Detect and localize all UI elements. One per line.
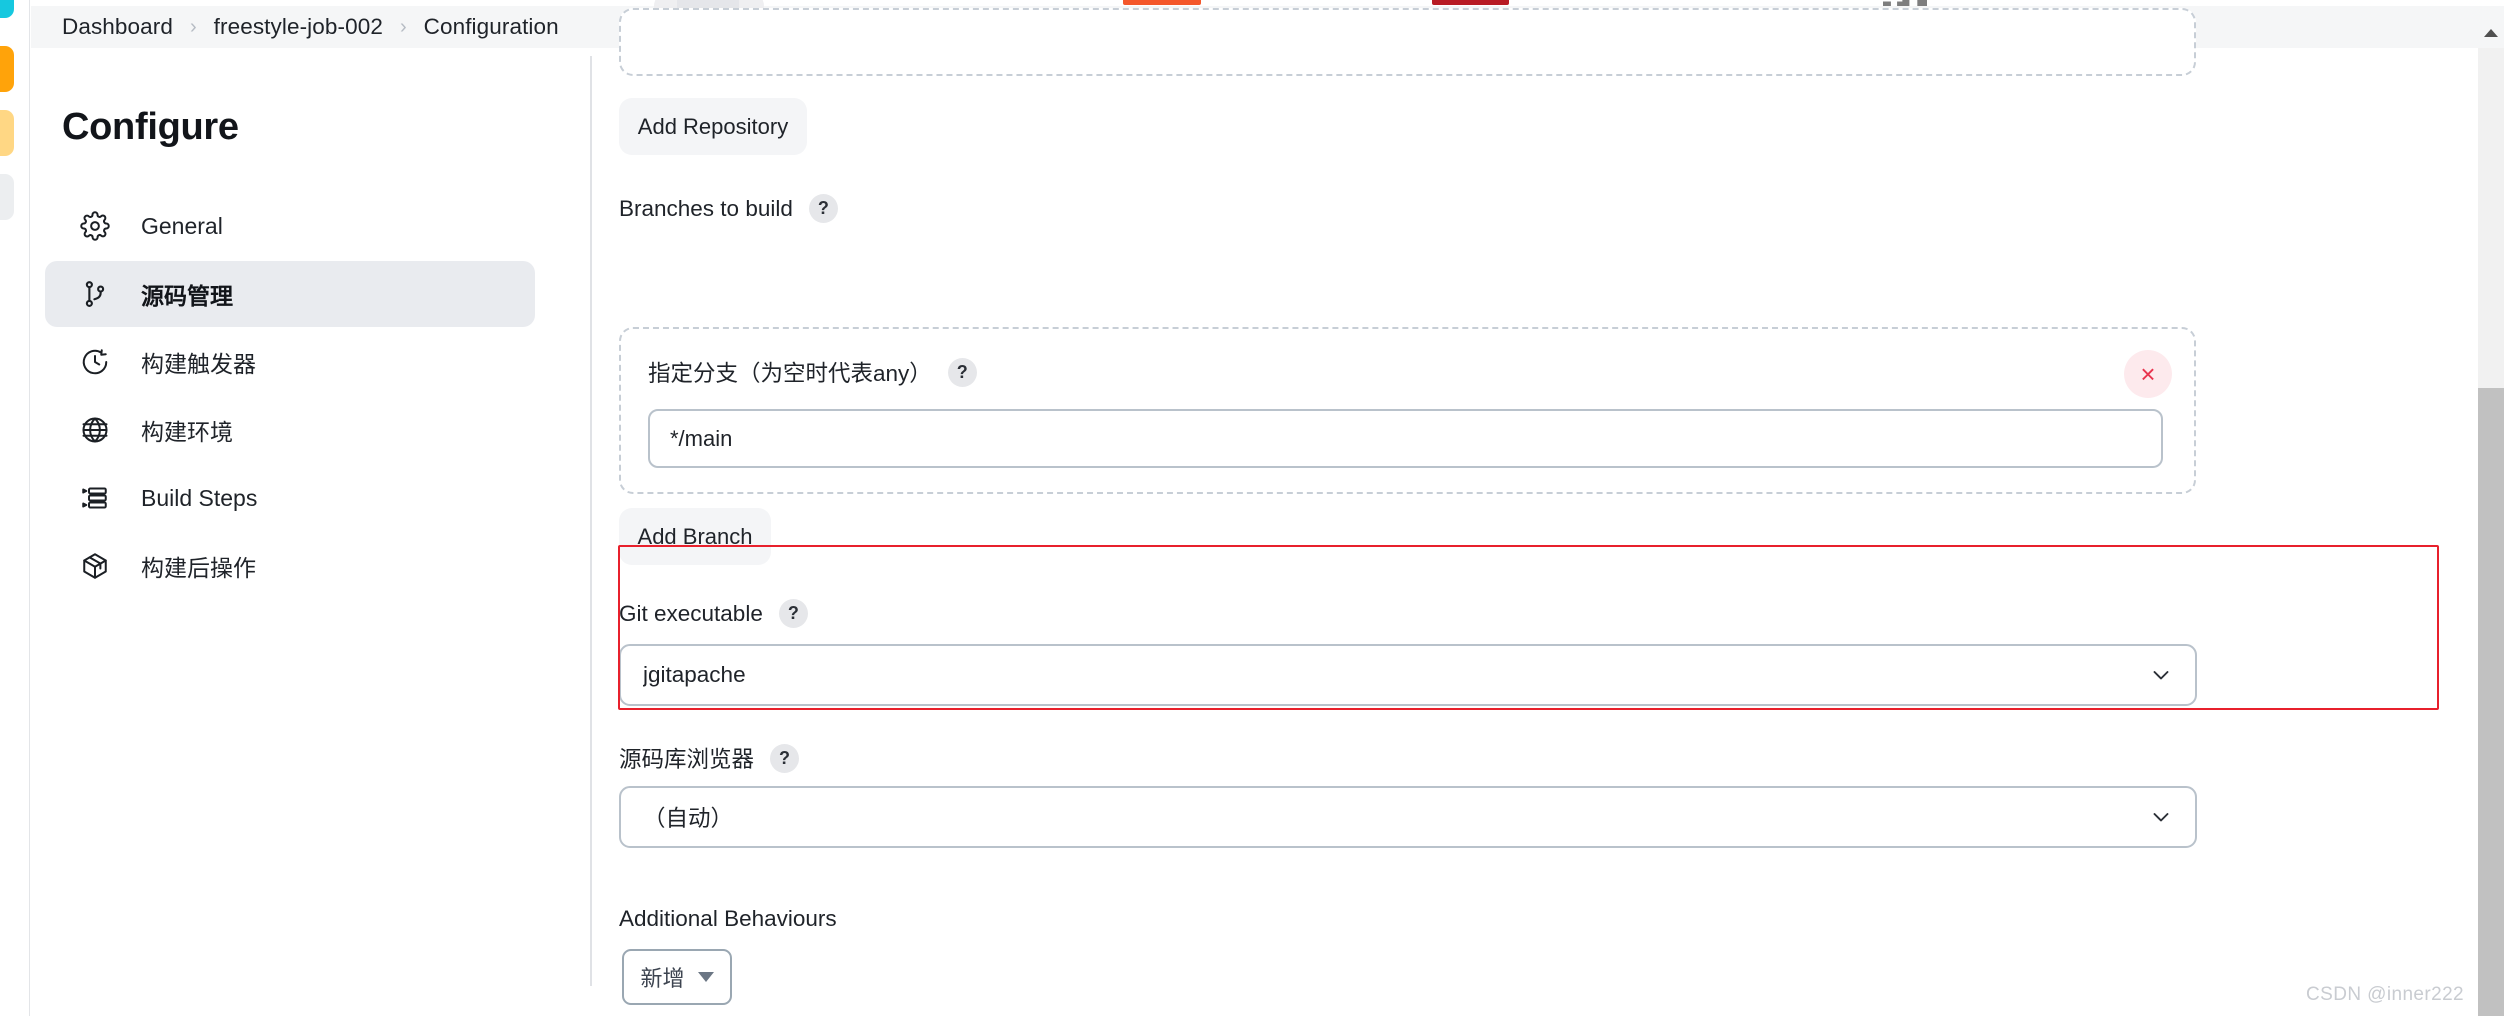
sidebar-item-build-steps[interactable]: Build Steps <box>45 465 535 531</box>
scroll-up-arrow-icon[interactable] <box>2478 20 2504 46</box>
git-executable-select[interactable]: jgitapache <box>619 644 2197 706</box>
chevron-down-icon <box>2149 805 2173 829</box>
remove-branch-close-icon[interactable]: × <box>2124 350 2172 398</box>
sidebar-item-label: 源码管理 <box>141 283 233 309</box>
additional-behaviours-label-row: Additional Behaviours <box>619 906 837 932</box>
package-icon <box>78 549 112 583</box>
branch-spec-dashed-container: 指定分支（为空时代表any） ? × <box>619 327 2196 494</box>
globe-icon <box>78 413 112 447</box>
watermark: CSDN @inner222 <box>2306 984 2464 1005</box>
sidebar-item-source-code-management[interactable]: 源码管理 <box>45 261 535 327</box>
app-window: Dashboard › freestyle-job-002 › Configur… <box>0 0 2504 1016</box>
add-branch-button[interactable]: Add Branch <box>619 508 771 565</box>
gear-icon <box>78 209 112 243</box>
breadcrumb-separator-icon: › <box>399 16 407 38</box>
clock-icon <box>78 345 112 379</box>
config-form: Add Repository Branches to build ? 指定分支（… <box>591 0 2504 1016</box>
rail-chip-cyan[interactable] <box>0 0 14 18</box>
rail-chip-orange[interactable] <box>0 46 14 92</box>
config-nav: General 源码管理 构建触发器 构建环境 Build Steps 构建后操… <box>45 193 535 601</box>
git-branch-icon <box>78 277 112 311</box>
sidebar-item-build-triggers[interactable]: 构建触发器 <box>45 329 535 395</box>
branches-to-build-label-row: Branches to build ? <box>619 194 838 223</box>
branch-spec-input[interactable] <box>648 409 2163 468</box>
page-body: Configure General 源码管理 构建触发器 构建环境 Build … <box>31 0 2504 1016</box>
page-title: Configure <box>62 106 239 148</box>
browser-tab-indicator-red <box>1432 0 1509 5</box>
git-executable-label: Git executable <box>619 600 763 626</box>
add-behaviour-dropdown-button[interactable]: 新增 <box>622 949 732 1005</box>
sidebar-item-label: Build Steps <box>141 484 258 511</box>
repo-browser-select[interactable]: （自动） <box>619 786 2197 848</box>
sidebar-item-general[interactable]: General <box>45 193 535 259</box>
repo-browser-value: （自动） <box>643 806 734 831</box>
repo-browser-label-row: 源码库浏览器 ? <box>619 742 800 774</box>
branch-spec-label: 指定分支（为空时代表any） <box>648 361 932 386</box>
git-executable-label-row: Git executable ? <box>619 599 808 628</box>
repo-browser-label: 源码库浏览器 <box>619 747 755 772</box>
chevron-down-icon <box>2149 663 2173 687</box>
additional-behaviours-label: Additional Behaviours <box>619 906 837 931</box>
sidebar-item-label: 构建触发器 <box>141 351 256 377</box>
breadcrumb-item-dashboard[interactable]: Dashboard <box>62 14 173 40</box>
breadcrumb-item-job[interactable]: freestyle-job-002 <box>214 14 383 40</box>
app-launcher-rail <box>0 0 30 1016</box>
rail-chip-sand[interactable] <box>0 110 14 156</box>
sidebar-item-label: General <box>141 212 223 239</box>
help-icon[interactable]: ? <box>778 599 808 628</box>
git-executable-value: jgitapache <box>643 662 746 687</box>
help-icon[interactable]: ? <box>808 194 838 223</box>
sidebar-item-build-environment[interactable]: 构建环境 <box>45 397 535 463</box>
sidebar-item-label: 构建后操作 <box>141 555 256 581</box>
help-icon[interactable]: ? <box>770 743 800 773</box>
vertical-scrollbar[interactable] <box>2478 29 2504 1016</box>
add-repository-button[interactable]: Add Repository <box>619 98 807 155</box>
list-steps-icon <box>78 481 112 515</box>
breadcrumb-item-configuration: Configuration <box>423 14 559 39</box>
browser-tab-indicator-orange <box>1123 0 1201 5</box>
caret-down-icon <box>697 972 714 982</box>
help-icon[interactable]: ? <box>947 357 977 387</box>
scrollbar-thumb[interactable] <box>2478 388 2504 1016</box>
sidebar-item-post-build-actions[interactable]: 构建后操作 <box>45 533 535 599</box>
repository-dashed-container <box>619 8 2196 76</box>
add-behaviour-label: 新增 <box>640 966 685 991</box>
branch-spec-label-row: 指定分支（为空时代表any） ? <box>648 356 977 388</box>
rail-chip-grey[interactable] <box>0 174 14 220</box>
sidebar-item-label: 构建环境 <box>141 419 233 445</box>
breadcrumb-separator-icon: › <box>189 16 197 38</box>
rail-divider <box>29 0 30 1016</box>
branches-to-build-label: Branches to build <box>619 195 793 221</box>
